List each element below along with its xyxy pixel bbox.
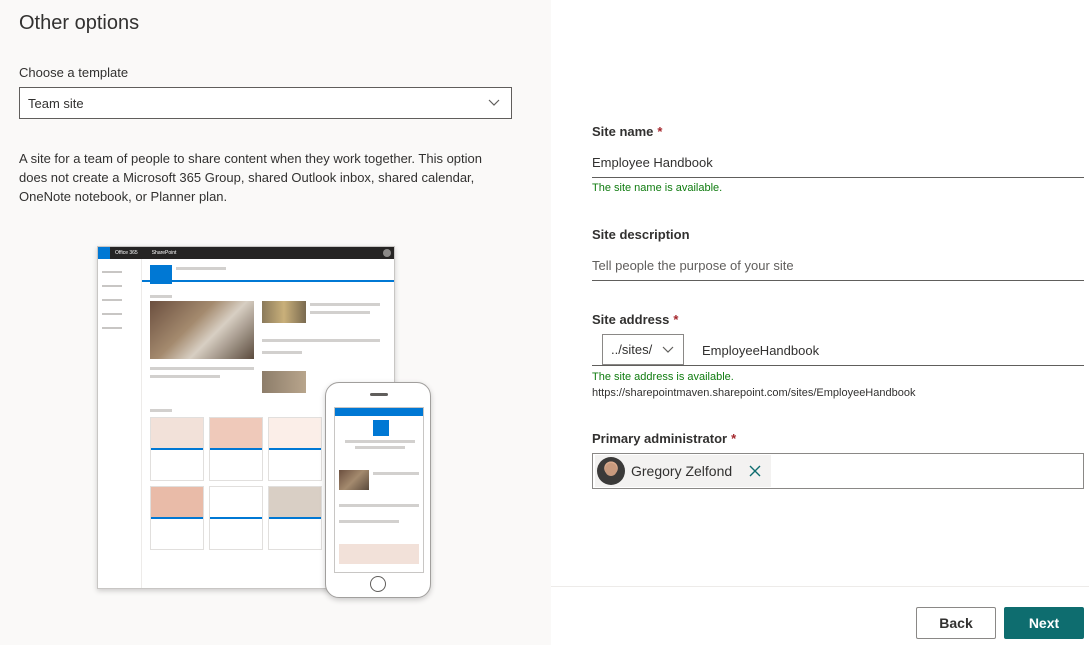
preview-suite-label: Office 365 bbox=[115, 250, 138, 256]
primary-admin-label: Primary administrator * bbox=[592, 431, 737, 446]
site-name-label: Site name * bbox=[592, 124, 663, 139]
back-button[interactable]: Back bbox=[916, 607, 996, 639]
preview-app-label: SharePoint bbox=[151, 250, 177, 256]
preview-hero-image bbox=[150, 301, 254, 359]
preview-avatar bbox=[383, 249, 391, 257]
template-preview-image: Office 365 SharePoint bbox=[97, 246, 431, 598]
left-panel: Other options Choose a template Team sit… bbox=[0, 0, 551, 645]
footer-divider bbox=[551, 586, 1089, 587]
phone-preview bbox=[325, 382, 431, 598]
template-label: Choose a template bbox=[19, 65, 129, 80]
template-dropdown-value: Team site bbox=[28, 95, 84, 111]
preview-news-image-2 bbox=[262, 371, 306, 393]
persona-name: Gregory Zelfond bbox=[631, 463, 733, 479]
avatar bbox=[597, 457, 625, 485]
preview-nav-rail bbox=[98, 259, 142, 588]
site-address-label: Site address * bbox=[592, 312, 679, 327]
waffle-icon bbox=[98, 247, 110, 259]
site-description-label: Site description bbox=[592, 227, 690, 242]
phone-home-button bbox=[370, 576, 386, 592]
close-icon[interactable] bbox=[747, 463, 763, 479]
people-picker[interactable]: Gregory Zelfond bbox=[592, 453, 1084, 489]
site-path-dropdown[interactable]: ../sites/ bbox=[602, 334, 684, 365]
site-address-input[interactable]: EmployeeHandbook bbox=[702, 343, 819, 358]
next-button[interactable]: Next bbox=[1004, 607, 1084, 639]
page-title: Other options bbox=[19, 12, 140, 34]
template-description: A site for a team of people to share con… bbox=[19, 151, 482, 204]
site-address-status: The site address is available. bbox=[592, 371, 734, 383]
persona-chip[interactable]: Gregory Zelfond bbox=[595, 455, 771, 487]
site-path-value: ../sites/ bbox=[611, 342, 653, 357]
site-description-input[interactable]: Tell people the purpose of your site bbox=[592, 258, 794, 273]
chevron-down-icon bbox=[488, 99, 500, 106]
template-dropdown[interactable]: Team site bbox=[19, 87, 512, 119]
preview-news-image-1 bbox=[262, 301, 306, 323]
site-full-url: https://sharepointmaven.sharepoint.com/s… bbox=[592, 387, 916, 399]
site-name-status: The site name is available. bbox=[592, 182, 723, 194]
chevron-down-icon bbox=[662, 346, 674, 353]
preview-suite-bar: Office 365 SharePoint bbox=[98, 247, 394, 259]
site-name-input[interactable]: Employee Handbook bbox=[592, 155, 713, 170]
